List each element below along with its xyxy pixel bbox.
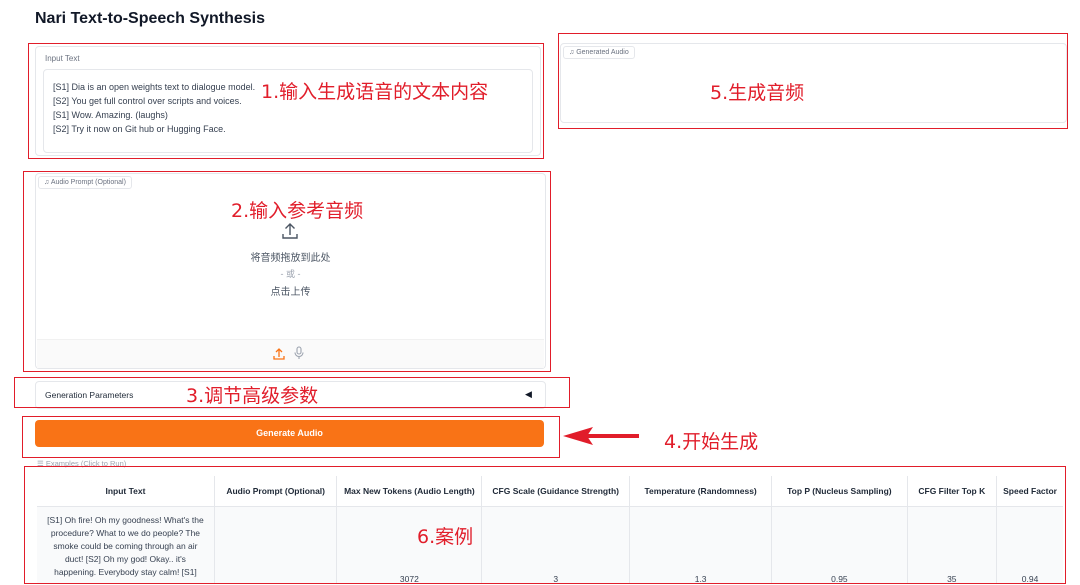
highlight-examples — [24, 466, 1066, 584]
annotation-3: 3.调节高级参数 — [186, 385, 319, 407]
annotation-5: 5.生成音频 — [710, 82, 805, 104]
annotation-4: 4.开始生成 — [664, 431, 759, 453]
page-title: Nari Text-to-Speech Synthesis — [35, 10, 265, 27]
annotation-2: 2.输入参考音频 — [231, 200, 364, 222]
annotation-6: 6.案例 — [417, 526, 474, 548]
highlight-generate-button — [22, 416, 560, 458]
annotation-1: 1.输入生成语音的文本内容 — [261, 81, 489, 103]
arrow-annotation-4 — [563, 425, 641, 452]
highlight-generated-audio — [558, 33, 1068, 129]
